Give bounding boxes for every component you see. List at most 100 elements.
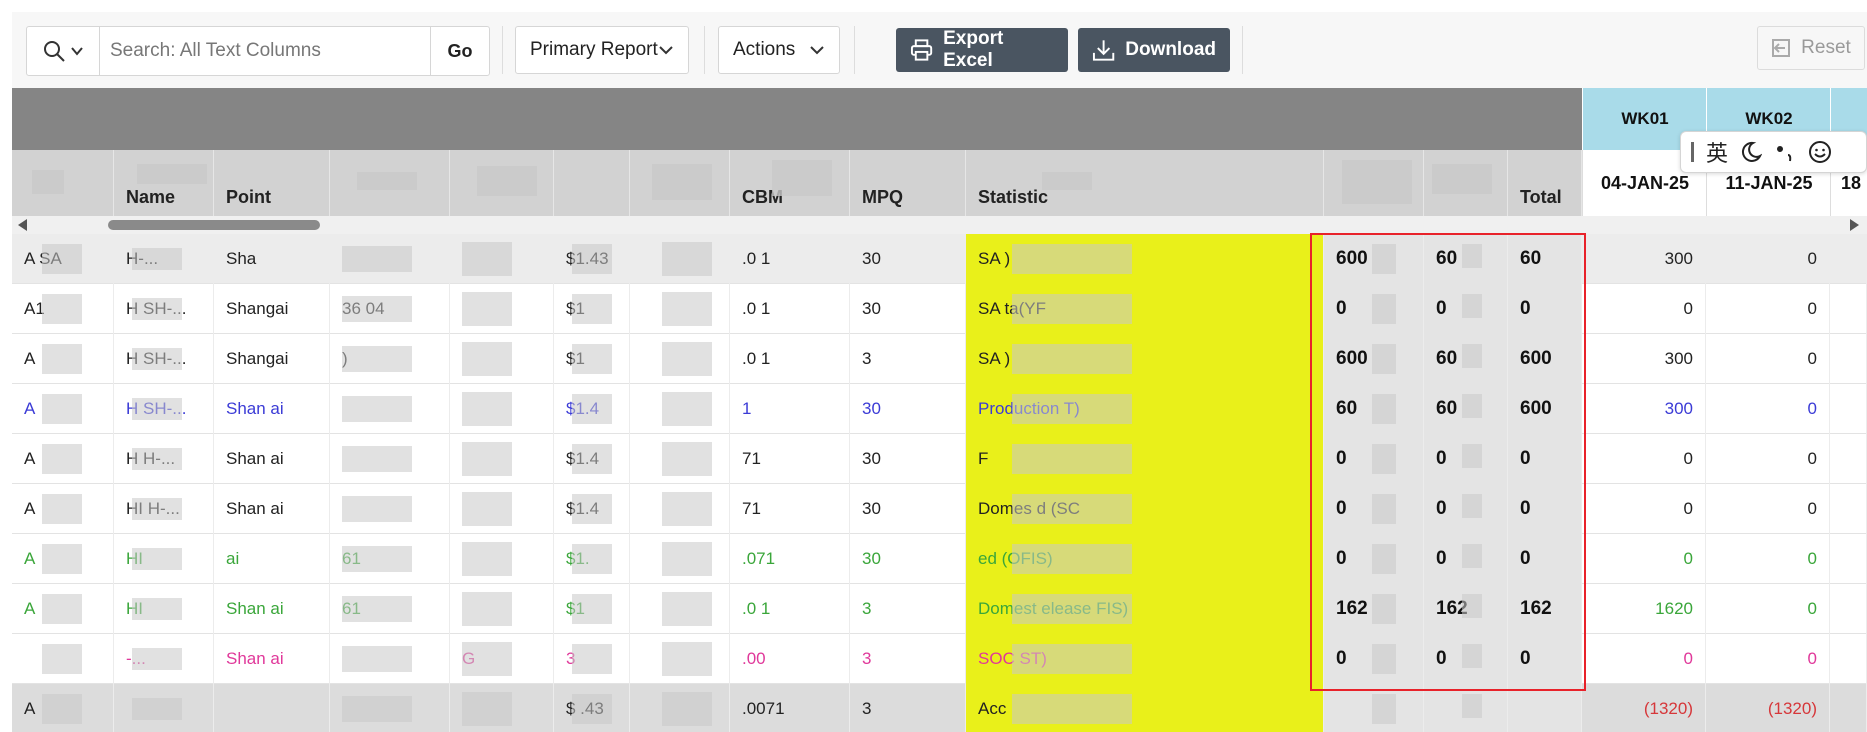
table-cell: .0 1 [730,584,850,634]
redaction [1012,644,1132,674]
table-cell: 0 [1582,484,1706,534]
table-cell: 30 [850,284,966,334]
actions-label: Actions [733,39,796,60]
table-cell: 0 [1706,584,1830,634]
redaction [662,242,712,276]
table-cell [1830,634,1867,684]
table-cell: 1620 [1582,584,1706,634]
export-excel-button[interactable]: Export Excel [896,28,1068,72]
table-cell [214,684,330,732]
table-row[interactable]: AHIShan ai61$1.0 13Domest elease FIS)162… [12,584,1867,634]
redaction [1012,244,1132,274]
report-grid: WK01 WK02 Name Point CBM MPQ Statistic T… [12,88,1867,732]
emoji-icon[interactable] [1808,140,1832,164]
printer-icon [910,39,933,61]
table-row[interactable]: AHI H-...Shan ai$1.47130Domes d (SC00000 [12,484,1867,534]
moon-icon[interactable] [1740,141,1763,163]
table-row[interactable]: A$ .43.00713Acc(1320)(1320) [12,684,1867,732]
table-cell: Shan ai [214,434,330,484]
redaction [462,592,512,626]
table-row[interactable]: -...Shan aiG3.003SOC ST)00000 [12,634,1867,684]
redaction [572,244,612,274]
table-cell [1830,384,1867,434]
punctuation-icon[interactable] [1774,141,1796,163]
ime-toolbar: 英 [1680,131,1867,173]
redaction [132,348,182,370]
table-row[interactable]: AH SH-...Shan ai$1.4130Production T)6060… [12,384,1867,434]
table-cell: (1320) [1706,684,1830,732]
table-cell: 0 [1706,234,1830,284]
redaction [572,394,612,424]
report-select-label: Primary Report [530,39,658,60]
table-cell: 30 [850,484,966,534]
table-cell: 0 [1706,334,1830,384]
redaction [42,394,82,424]
scroll-left-icon[interactable] [18,219,27,231]
toolbar-divider [704,26,705,74]
redaction [132,448,182,470]
redaction [1012,444,1132,474]
search-column-toggle[interactable] [27,27,100,75]
table-row[interactable]: A1H SH-...Shangai36 04$1.0 130SA ta(YF00… [12,284,1867,334]
redaction [477,166,537,196]
redaction [342,496,412,522]
scroll-right-icon[interactable] [1850,219,1859,231]
table-row[interactable]: AH SH-...Shangai)$1.0 13SA )600606003000 [12,334,1867,384]
redaction [1042,172,1092,190]
table-cell: Shan ai [214,584,330,634]
toolbar-divider [854,26,855,74]
table-cell: Shangai [214,334,330,384]
redaction [572,544,612,574]
table-cell: 30 [850,234,966,284]
table-row[interactable]: AHIai61$1..07130ed (OFIS)00000 [12,534,1867,584]
column-header-mpq[interactable]: MPQ [850,150,966,216]
table-cell: 30 [850,434,966,484]
toolbar-divider [1242,26,1243,74]
search-input[interactable] [100,27,430,75]
table-row[interactable]: AH H-...Shan ai$1.47130F00000 [12,434,1867,484]
table-cell: Shan ai [214,484,330,534]
table-cell: 0 [1582,434,1706,484]
table-cell [1830,434,1867,484]
table-cell: 300 [1582,234,1706,284]
table-cell: 0 [1706,384,1830,434]
redaction [132,498,182,520]
redaction [662,542,712,576]
horizontal-scrollbar[interactable] [12,216,1867,235]
download-button[interactable]: Download [1078,28,1230,72]
chevron-down-icon [810,46,824,55]
table-cell: 30 [850,384,966,434]
table-cell: 300 [1582,334,1706,384]
actions-menu-button[interactable]: Actions [718,26,840,74]
column-header-statistic[interactable]: Statistic [966,150,1324,216]
redaction [342,546,412,572]
redaction [32,170,64,194]
column-group-band [12,88,1582,150]
report-select[interactable]: Primary Report [515,26,689,74]
redaction [42,444,82,474]
column-header-point[interactable]: Point [214,150,330,216]
redaction [42,594,82,624]
redaction [662,342,712,376]
go-button[interactable]: Go [430,27,489,75]
table-row[interactable]: A SAH-...Sha$1.43.0 130SA )60060603000 [12,234,1867,284]
grip-icon[interactable] [1691,142,1694,162]
redaction [42,494,82,524]
redaction [1012,394,1132,424]
column-header[interactable] [554,150,630,216]
reset-button[interactable]: Reset [1757,26,1865,70]
ime-language-toggle[interactable]: 英 [1706,136,1728,168]
redaction [357,172,417,190]
redaction [1012,294,1132,324]
redaction [572,344,612,374]
redaction [342,696,412,722]
redaction [132,648,182,670]
table-cell: .0071 [730,684,850,732]
column-header-total[interactable]: Total [1508,150,1582,216]
search-icon [44,41,65,62]
chevron-down-icon [659,46,673,55]
scrollbar-thumb[interactable] [108,220,320,230]
table-cell [1830,584,1867,634]
table-cell: .00 [730,634,850,684]
table-cell: Sha [214,234,330,284]
